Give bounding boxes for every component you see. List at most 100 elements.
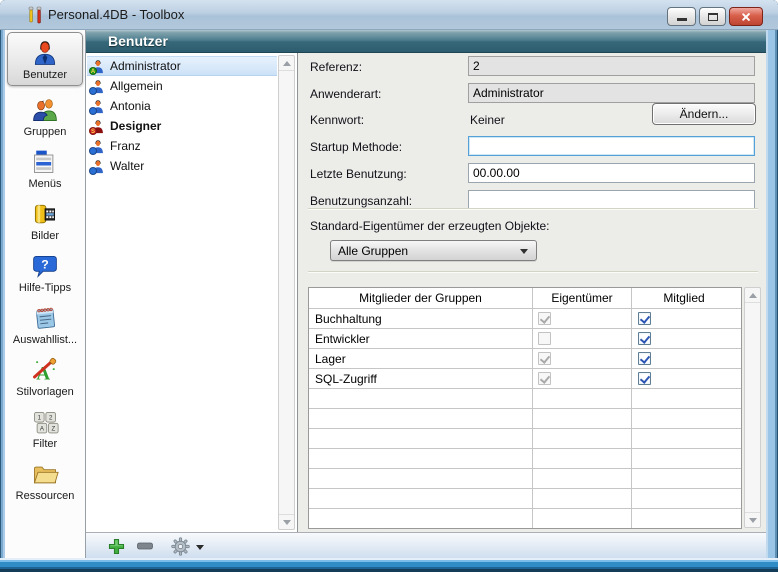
actions-menu-button[interactable] — [170, 537, 190, 555]
sidebar-item-label: Bilder — [31, 230, 59, 242]
chevron-down-icon — [520, 249, 528, 254]
sidebar-item-label: Stilvorlagen — [16, 386, 73, 398]
svg-text:?: ? — [41, 258, 48, 272]
user-icon: A — [91, 59, 105, 74]
app-window: Personal.4DB - Toolbox Benutzer — [0, 0, 778, 572]
user-icon — [30, 38, 60, 68]
table-row[interactable]: Lager — [309, 348, 741, 368]
user-list: A Administrator Allgemein Antonia S Desi… — [86, 53, 297, 532]
user-name: Designer — [110, 119, 161, 133]
table-row[interactable]: Entwickler — [309, 328, 741, 348]
table-row-empty — [309, 388, 741, 408]
user-badge: A — [89, 67, 97, 75]
referenz-label: Referenz: — [310, 60, 362, 74]
letzte-benutzung-field[interactable] — [468, 163, 755, 183]
scroll-down-icon[interactable] — [279, 514, 294, 529]
sidebar-item-bilder[interactable]: Bilder — [5, 199, 85, 242]
eigentuemer-dropdown[interactable]: Alle Gruppen — [330, 240, 537, 261]
table-row-empty — [309, 428, 741, 448]
sidebar-item-stilvorlagen[interactable]: A Stilvorlagen — [5, 355, 85, 398]
window-border-bottom — [0, 558, 778, 572]
startup-methode-field[interactable] — [468, 136, 755, 156]
groups-table-header: Mitglieder der Gruppen Eigentümer Mitgli… — [309, 288, 741, 308]
minimize-button[interactable] — [667, 7, 696, 26]
user-list-item[interactable]: Allgemein — [87, 76, 277, 96]
groups-table-scrollbar[interactable] — [744, 287, 761, 528]
eigentuemer-dropdown-value: Alle Gruppen — [338, 244, 408, 258]
user-name: Walter — [110, 159, 144, 173]
benutzungsanzahl-field[interactable] — [468, 190, 755, 210]
section-title: Benutzer — [86, 33, 168, 49]
menus-icon — [30, 147, 60, 177]
mitglied-checkbox[interactable] — [638, 352, 651, 365]
table-row-empty — [309, 508, 741, 528]
sidebar-item-filter[interactable]: 1 2 A Z Filter — [5, 407, 85, 450]
scroll-up-icon[interactable] — [279, 56, 294, 71]
close-button[interactable] — [729, 7, 763, 26]
close-icon — [740, 11, 752, 23]
table-row-empty — [309, 408, 741, 428]
eigentuemer-checkbox — [538, 312, 551, 325]
benutzungsanzahl-label: Benutzungsanzahl: — [310, 194, 412, 208]
sidebar-item-label: Hilfe-Tipps — [19, 282, 71, 294]
scroll-up-icon[interactable] — [745, 288, 760, 303]
group-name: Lager — [309, 349, 533, 368]
sidebar-item-label: Menüs — [28, 178, 61, 190]
mitglied-checkbox[interactable] — [638, 332, 651, 345]
user-list-item[interactable]: A Administrator — [87, 56, 277, 76]
help-bubble-icon: ? — [30, 251, 60, 281]
user-list-item[interactable]: Franz — [87, 136, 277, 156]
chevron-down-icon[interactable] — [196, 545, 204, 550]
add-user-button[interactable] — [106, 537, 126, 555]
user-icon — [91, 159, 105, 174]
separator — [308, 208, 758, 210]
user-name: Allgemein — [110, 79, 163, 93]
eigentuemer-checkbox — [538, 332, 551, 345]
sidebar-item-ressourcen[interactable]: Ressourcen — [5, 459, 85, 502]
kennwort-value: Keiner — [470, 113, 505, 127]
gear-icon — [171, 537, 190, 556]
groups-table-empty-rows — [309, 388, 741, 528]
plus-icon — [108, 538, 125, 555]
title-bar: Personal.4DB - Toolbox — [0, 0, 778, 30]
sidebar-item-gruppen[interactable]: Gruppen — [5, 95, 85, 138]
kennwort-aendern-button[interactable]: Ändern... — [652, 103, 756, 125]
sidebar: Benutzer Gruppen — [5, 30, 86, 558]
svg-text:2: 2 — [49, 414, 53, 421]
separator — [308, 271, 758, 273]
panel-divider — [297, 53, 298, 532]
user-list-scrollbar[interactable] — [278, 55, 295, 530]
mitglied-checkbox[interactable] — [638, 372, 651, 385]
user-list-item[interactable]: Antonia — [87, 96, 277, 116]
column-header: Eigentümer — [533, 288, 632, 308]
user-list-item[interactable]: Walter — [87, 156, 277, 176]
user-name: Franz — [110, 139, 141, 153]
standard-eigentuemer-label: Standard-Eigentümer der erzeugten Objekt… — [310, 219, 549, 233]
user-icon: S — [91, 119, 105, 134]
user-icon — [91, 139, 105, 154]
table-row[interactable]: Buchhaltung — [309, 308, 741, 328]
maximize-button[interactable] — [699, 7, 726, 26]
sidebar-item-label: Benutzer — [23, 69, 67, 81]
sidebar-item-hilfe-tipps[interactable]: ? Hilfe-Tipps — [5, 251, 85, 294]
sidebar-item-label: Ressourcen — [16, 490, 75, 502]
eigentuemer-checkbox — [538, 352, 551, 365]
user-icon — [91, 99, 105, 114]
scroll-down-icon[interactable] — [745, 512, 760, 527]
sidebar-item-auswahllisten[interactable]: Auswahllist... — [5, 303, 85, 346]
sidebar-item-benutzer[interactable]: Benutzer — [7, 32, 83, 86]
table-row[interactable]: SQL-Zugriff — [309, 368, 741, 388]
styles-icon: A — [30, 355, 60, 385]
svg-text:Z: Z — [51, 425, 55, 432]
sidebar-item-label: Gruppen — [24, 126, 67, 138]
minimize-icon — [677, 18, 687, 21]
groups-icon — [30, 95, 60, 125]
mitglied-checkbox[interactable] — [638, 312, 651, 325]
user-list-item[interactable]: S Designer — [87, 116, 277, 136]
sidebar-item-menus[interactable]: Menüs — [5, 147, 85, 190]
remove-user-button[interactable] — [135, 537, 155, 555]
groups-table: Mitglieder der Gruppen Eigentümer Mitgli… — [308, 287, 742, 529]
user-badge — [89, 87, 97, 95]
list-toolbar — [86, 532, 766, 558]
maximize-icon — [708, 13, 718, 21]
